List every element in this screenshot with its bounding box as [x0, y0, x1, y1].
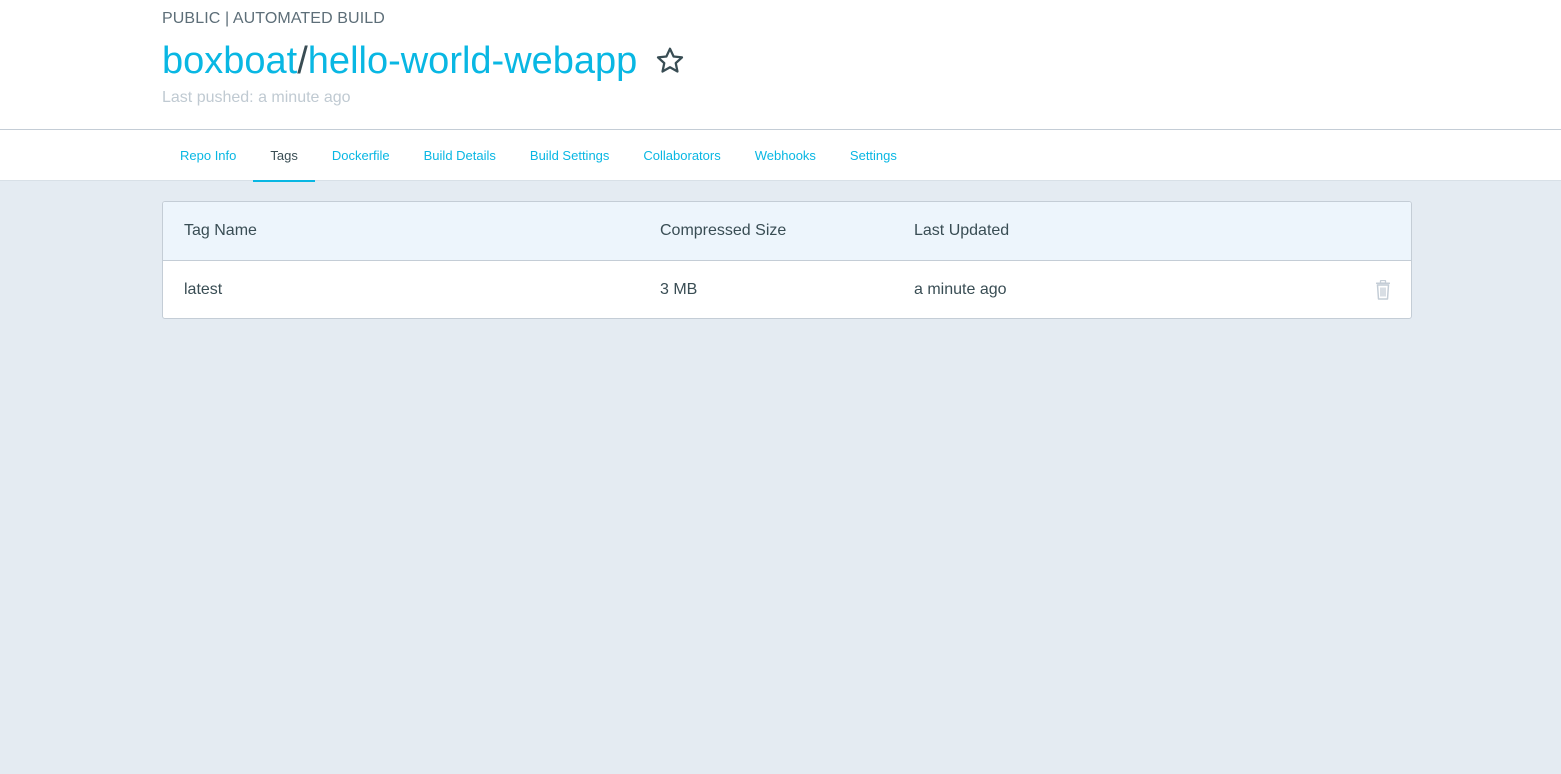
tab-dockerfile[interactable]: Dockerfile: [315, 130, 407, 181]
tab-build-details[interactable]: Build Details: [407, 130, 513, 181]
repo-header: PUBLIC | AUTOMATED BUILD boxboat / hello-w…: [0, 0, 1561, 130]
column-header-compressed-size: Compressed Size: [660, 222, 787, 239]
repo-title: boxboat / hello-world-webapp: [162, 38, 687, 84]
repo-namespace-link[interactable]: boxboat: [162, 38, 297, 84]
compressed-size-cell: 3 MB: [660, 280, 698, 298]
tab-collaborators[interactable]: Collaborators: [626, 130, 737, 181]
repo-visibility-label: PUBLIC | AUTOMATED BUILD: [162, 10, 385, 27]
tab-tags[interactable]: Tags: [253, 130, 316, 182]
repo-name-link[interactable]: hello-world-webapp: [308, 38, 638, 84]
column-header-tag-name: Tag Name: [184, 222, 257, 239]
last-updated-cell: a minute ago: [914, 280, 1007, 298]
tab-build-settings[interactable]: Build Settings: [513, 130, 627, 181]
tags-table: Tag Name Compressed Size Last Updated la…: [162, 201, 1412, 319]
last-pushed-text: Last pushed: a minute ago: [162, 89, 351, 106]
tags-table-header: Tag Name Compressed Size Last Updated: [163, 202, 1411, 261]
repo-tabs: Repo Info Tags Dockerfile Build Details …: [163, 130, 914, 182]
star-icon[interactable]: [653, 44, 687, 78]
tab-webhooks[interactable]: Webhooks: [738, 130, 833, 181]
repo-title-separator: /: [297, 40, 308, 82]
tab-repo-info[interactable]: Repo Info: [163, 130, 253, 181]
table-row: latest 3 MB a minute ago: [163, 261, 1411, 318]
repo-tabs-bar: Repo Info Tags Dockerfile Build Details …: [0, 130, 1561, 182]
tab-settings[interactable]: Settings: [833, 130, 914, 181]
column-header-last-updated: Last Updated: [914, 222, 1010, 239]
trash-icon[interactable]: [1374, 261, 1392, 318]
tag-name-cell: latest: [184, 280, 223, 298]
